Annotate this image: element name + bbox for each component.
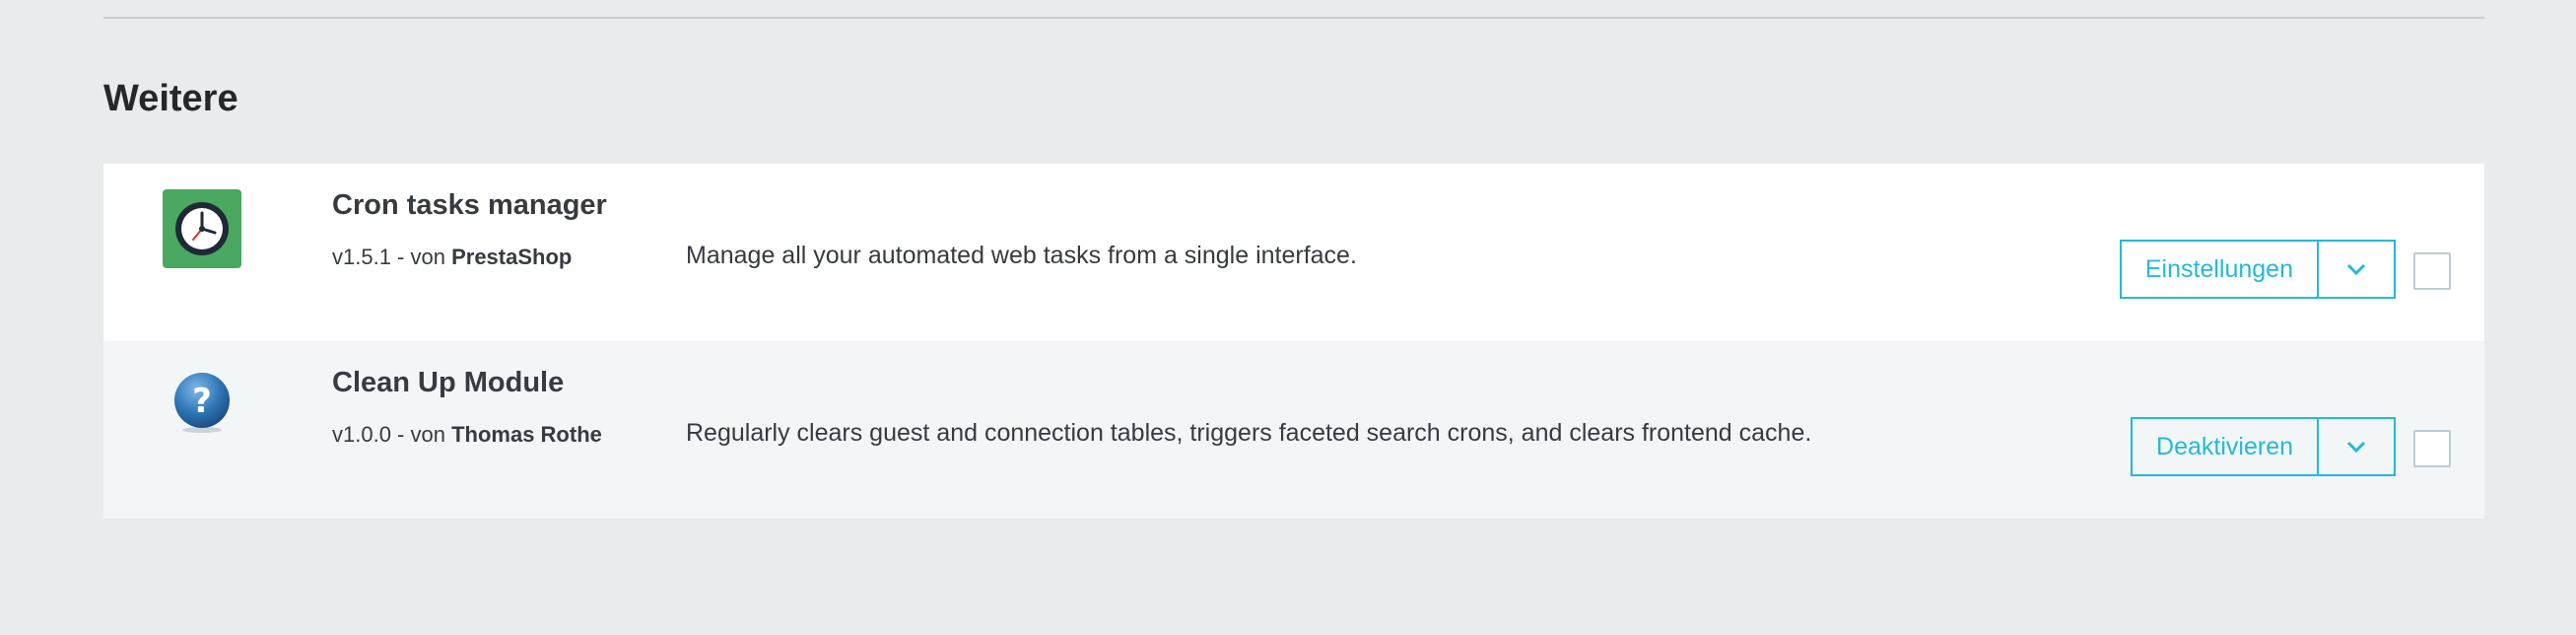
disable-button[interactable]: Deaktivieren (2133, 419, 2317, 474)
dropdown-toggle-button[interactable] (2317, 419, 2394, 474)
module-author: PrestaShop (451, 245, 573, 269)
module-by-label: - von (390, 422, 452, 447)
module-author: Thomas Rothe (451, 422, 602, 447)
module-meta: v1.0.0 - von Thomas Rothe (332, 420, 602, 450)
bulk-select-checkbox[interactable] (2413, 252, 2451, 290)
module-row-cron-tasks-manager: Cron tasks manager v1.5.1 - von PrestaSh… (103, 164, 2484, 341)
dropdown-toggle-button[interactable] (2317, 242, 2394, 297)
module-row-clean-up-module: ? Clean Up Module v1.0.0 - von Thomas Ro… (103, 341, 2484, 519)
svg-text:?: ? (192, 382, 212, 421)
module-version: v1.0.0 (332, 422, 391, 447)
module-name: Cron tasks manager (332, 189, 607, 221)
bulk-select-checkbox[interactable] (2413, 430, 2451, 467)
section-title: Weitere (103, 78, 238, 119)
module-by-label: - von (390, 245, 452, 269)
clock-icon (163, 189, 241, 268)
module-action-group: Deaktivieren (2131, 417, 2396, 476)
module-version: v1.5.1 (332, 245, 391, 269)
question-mark-icon: ? (170, 371, 234, 434)
chevron-down-icon (2346, 263, 2366, 276)
module-name: Clean Up Module (332, 367, 565, 398)
module-description: Regularly clears guest and connection ta… (686, 419, 1812, 447)
module-action-group: Einstellungen (2119, 240, 2396, 299)
module-description: Manage all your automated web tasks from… (686, 242, 1357, 269)
module-list: Cron tasks manager v1.5.1 - von PrestaSh… (103, 164, 2484, 519)
section-divider (103, 17, 2484, 19)
module-meta: v1.5.1 - von PrestaShop (332, 243, 572, 272)
chevron-down-icon (2346, 441, 2366, 454)
configure-button[interactable]: Einstellungen (2122, 242, 2317, 297)
